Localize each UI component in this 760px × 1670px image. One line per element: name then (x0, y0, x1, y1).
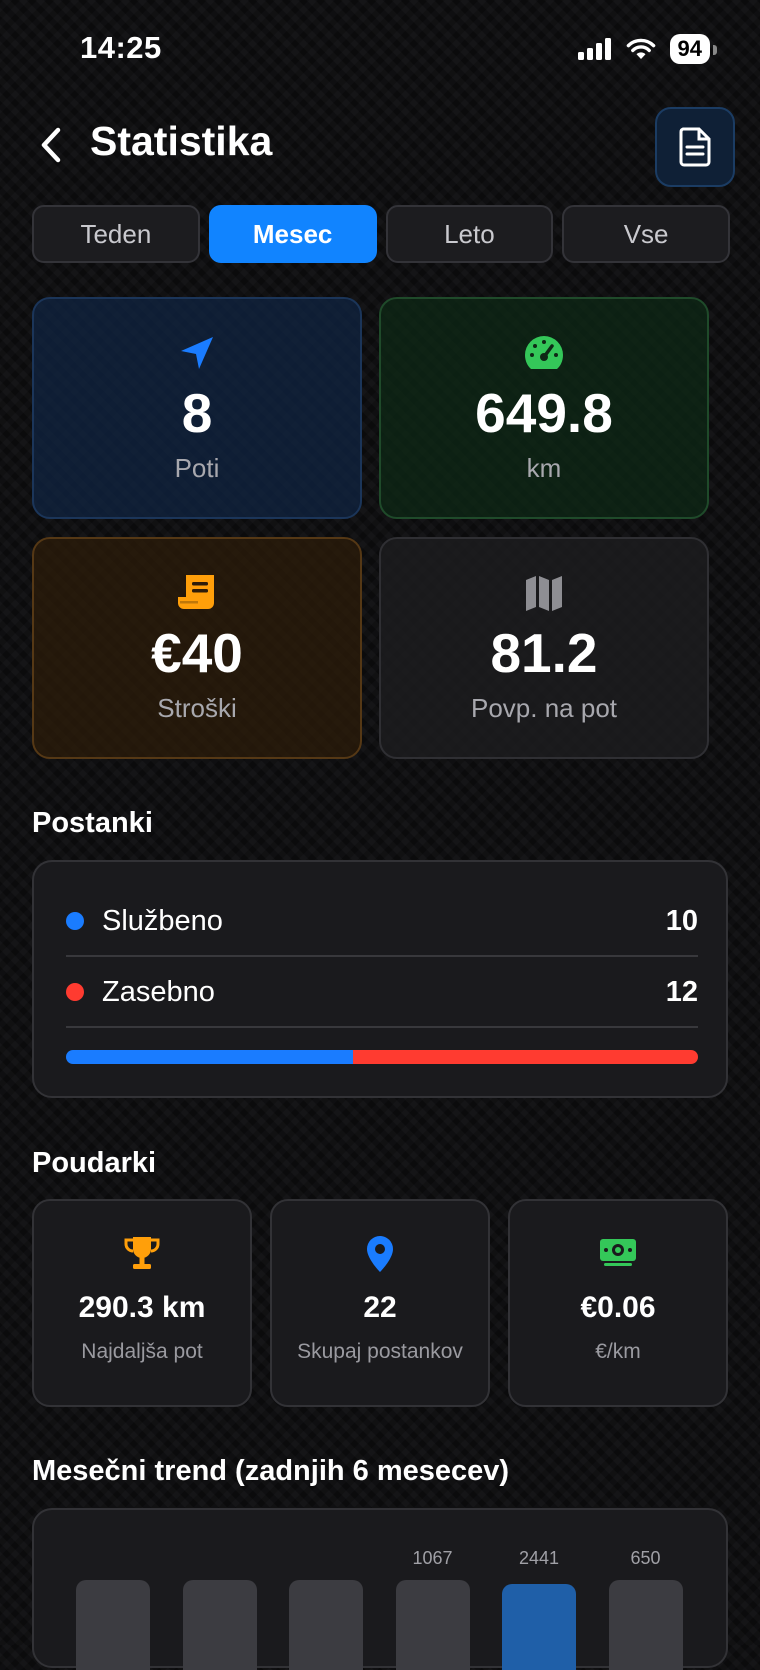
cost-per-km-card: €0.06 €/km (508, 1199, 728, 1407)
distance-stat-card: 649.8 km (379, 297, 709, 519)
stops-ratio-bar (66, 1050, 698, 1064)
distance-label: km (526, 453, 562, 483)
stops-business-row: Službeno 10 (66, 886, 698, 956)
business-label: Službeno (102, 904, 223, 937)
navigation-arrow-icon (181, 337, 213, 369)
trips-label: Poti (174, 453, 220, 483)
status-icons: 94 (577, 34, 718, 64)
location-pin-icon (367, 1236, 393, 1272)
stops-card: Službeno 10 Zasebno 12 (32, 860, 728, 1098)
average-value: 81.2 (490, 622, 598, 684)
tab-vse[interactable]: Vse (562, 205, 730, 263)
highlights-section-title: Poudarki (32, 1147, 157, 1179)
average-stat-card: 81.2 Povp. na pot (379, 537, 709, 759)
trend-bar (502, 1584, 576, 1670)
tab-mesec[interactable]: Mesec (208, 205, 377, 263)
money-icon (600, 1239, 636, 1266)
longest-trip-card: 290.3 km Najdaljša pot (32, 1199, 252, 1407)
status-time: 14:25 (80, 30, 162, 65)
cost-per-km-value: €0.06 (580, 1291, 656, 1324)
costs-label: Stroški (157, 693, 237, 723)
wifi-icon (626, 38, 655, 59)
receipt-icon (178, 575, 214, 609)
divider (66, 1026, 698, 1028)
total-stops-value: 22 (363, 1291, 397, 1324)
trend-bar (289, 1580, 363, 1670)
trophy-icon (124, 1237, 160, 1269)
tab-leto[interactable]: Leto (385, 205, 554, 263)
private-ratio-segment (353, 1050, 698, 1064)
back-button[interactable] (30, 120, 80, 170)
monthly-trend-chart: 1067 2441 650 (32, 1508, 728, 1670)
trend-bar-value-label: 1067 (412, 1548, 453, 1568)
trend-bar-value-label: 2441 (518, 1548, 560, 1568)
costs-stat-card: €40 Stroški (32, 537, 362, 759)
costs-value: €40 (151, 622, 243, 684)
stops-section-title: Postanki (32, 807, 153, 839)
document-icon (679, 127, 711, 167)
battery-indicator: 94 (669, 34, 718, 64)
private-dot-icon (66, 983, 84, 1001)
chevron-left-icon (41, 127, 61, 163)
business-count: 10 (665, 904, 698, 937)
average-label: Povp. na pot (471, 693, 617, 723)
private-label: Zasebno (102, 975, 215, 1008)
trend-bar (395, 1580, 470, 1670)
page-title: Statistika (90, 118, 273, 164)
trend-bar (182, 1580, 257, 1670)
longest-trip-label: Najdaljša pot (81, 1340, 203, 1363)
longest-trip-value: 290.3 km (78, 1291, 206, 1324)
cost-per-km-label: €/km (595, 1340, 641, 1363)
trend-bar (608, 1580, 683, 1670)
export-report-button[interactable] (655, 107, 735, 187)
trend-section-title: Mesečni trend (zadnjih 6 mesecev) (32, 1455, 510, 1487)
total-stops-card: 22 Skupaj postankov (270, 1199, 490, 1407)
total-stops-label: Skupaj postankov (297, 1340, 463, 1363)
trips-value: 8 (181, 382, 213, 444)
trend-bar-value-label: 650 (630, 1548, 661, 1568)
tab-teden[interactable]: Teden (32, 205, 200, 263)
stops-private-row: Zasebno 12 (66, 957, 698, 1027)
distance-value: 649.8 (475, 382, 613, 444)
speedometer-icon (525, 336, 563, 369)
period-segmented-control: Teden Mesec Leto Vse (32, 205, 730, 263)
trips-stat-card: 8 Poti (32, 297, 362, 519)
private-count: 12 (665, 975, 698, 1008)
business-dot-icon (66, 912, 84, 930)
map-icon (526, 576, 562, 611)
cellular-signal-icon (577, 38, 611, 60)
business-ratio-segment (66, 1050, 354, 1064)
trend-bar (76, 1580, 150, 1670)
